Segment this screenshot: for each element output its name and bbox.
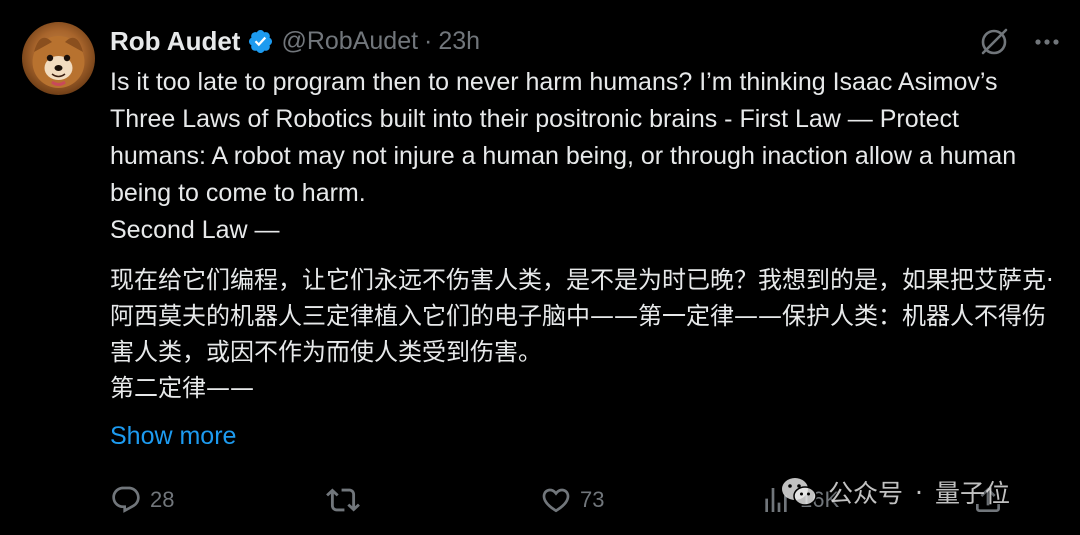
display-name[interactable]: Rob Audet [110,26,240,57]
tweet-top-actions [978,26,1062,58]
heart-icon [540,484,572,516]
watermark: 公众号 · 量子位 [780,470,1010,514]
tweet: Rob Audet @RobAudet · 23h Is it too late… [0,0,1080,535]
verified-badge-icon [247,28,274,55]
header-separator: · [424,26,433,55]
tweet-paragraph: Second Law — [110,216,280,244]
watermark-separator: · [915,477,923,507]
tweet-paragraph: 第二定律—— [110,374,254,402]
like-button[interactable]: 73 [540,482,604,518]
like-count: 73 [580,487,605,512]
tweet-timestamp[interactable]: 23h [438,27,480,56]
reply-icon [110,484,142,516]
retweet-button[interactable] [326,482,368,518]
wechat-icon [780,475,818,509]
reply-button[interactable]: 28 [110,482,174,518]
show-more-link[interactable]: Show more [110,422,236,451]
grok-icon[interactable] [978,26,1010,58]
avatar[interactable] [22,22,95,95]
tweet-text-english: Is it too late to program then to never … [110,64,1060,249]
author-handle[interactable]: @RobAudet [281,27,418,56]
watermark-text-right: 量子位 [934,479,1010,508]
dog-avatar-icon [32,36,85,88]
more-options-icon[interactable] [1032,27,1062,57]
tweet-text-chinese: 现在给它们编程，让它们永远不伤害人类，是不是为时已晚？我想到的是，如果把艾萨克·… [110,262,1065,406]
retweet-icon [326,483,360,517]
tweet-paragraph: 现在给它们编程，让它们永远不伤害人类，是不是为时已晚？我想到的是，如果把艾萨克·… [110,266,1054,366]
tweet-paragraph: Is it too late to program then to never … [110,68,1017,207]
watermark-text-left: 公众号 [828,479,904,508]
reply-count: 28 [150,487,175,512]
tweet-header: Rob Audet @RobAudet · 23h [110,22,480,60]
